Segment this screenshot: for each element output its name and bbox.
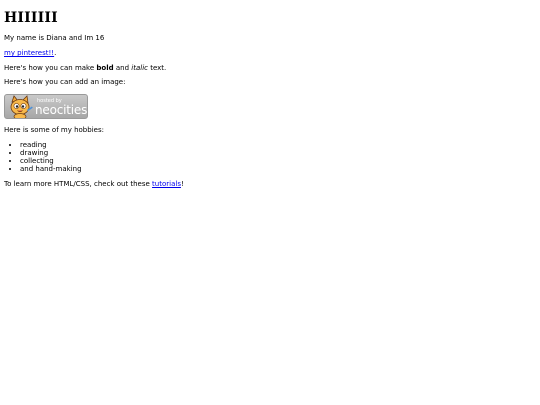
tutorials-link[interactable]: tutorials (152, 180, 181, 188)
hobby-item: reading (20, 141, 82, 149)
neocities-logo-image: hosted by neocities (4, 94, 88, 119)
italic-text: italic (131, 64, 148, 72)
pinterest-link[interactable]: my pinterest!! (4, 49, 54, 57)
hobby-item: and hand-making (20, 165, 82, 173)
learn-more-prefix: To learn more HTML/CSS, check out these (4, 180, 153, 188)
page-title: HIIIIII (4, 10, 58, 26)
pinterest-suffix: . (54, 49, 57, 57)
neocities-cat-icon (10, 95, 33, 118)
page: HIIIIII My name is Diana and Im 16 my pi… (0, 0, 540, 405)
formatting-prefix: Here's how you can make (4, 64, 97, 72)
logo-brand-text: neocities (35, 103, 88, 117)
hobbies-list: reading drawing collecting and hand-maki… (4, 141, 82, 173)
formatting-line: Here's how you can make bold and italic … (4, 64, 166, 73)
learn-more-line: To learn more HTML/CSS, check out these … (4, 180, 184, 189)
image-intro-text: Here's how you can add an image: (4, 78, 126, 86)
formatting-middle: and (113, 64, 132, 72)
intro-text: My name is Diana and Im 16 (4, 34, 105, 42)
bold-text: bold (96, 64, 114, 72)
pinterest-line: my pinterest!!. (4, 49, 56, 58)
hobbies-intro-text: Here is some of my hobbies: (4, 126, 104, 134)
hobby-item: drawing (20, 149, 82, 157)
formatting-suffix: text. (147, 64, 167, 72)
learn-more-suffix: ! (180, 180, 184, 188)
hobby-item: collecting (20, 157, 82, 165)
